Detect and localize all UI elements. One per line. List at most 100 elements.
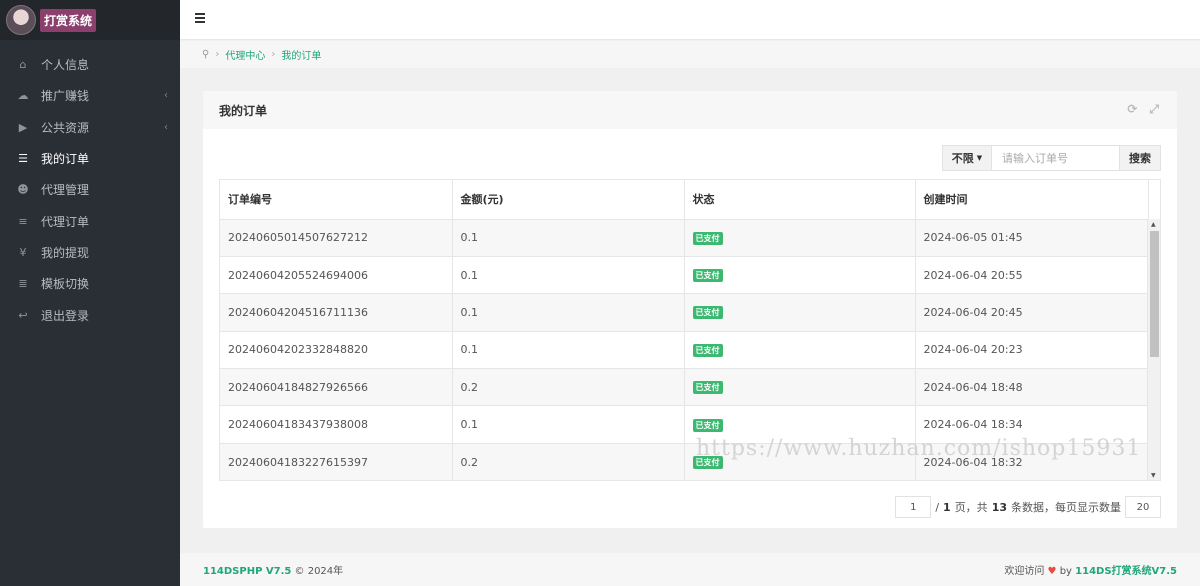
breadcrumb: ⚲ › 代理中心 › 我的订单 <box>180 41 1200 68</box>
column-header-created-time[interactable]: 创建时间 <box>915 180 1149 220</box>
footer-system-link[interactable]: 114DS打赏系统V7.5 <box>1075 566 1177 577</box>
table-row[interactable]: 20240604204516711136 0.1 已支付 2024-06-04 20:… <box>220 293 1149 332</box>
avatar <box>6 5 36 35</box>
caret-down-icon: ▼ <box>976 154 983 162</box>
sidebar-item[interactable]: ≣ 模板切换 <box>0 268 180 299</box>
total-pages: 1 <box>943 500 951 514</box>
scroll-down-icon[interactable]: ▼ <box>1151 472 1156 479</box>
sidebar-item[interactable]: ≡ 代理订单 <box>0 205 180 236</box>
sidebar-item-label: 我的订单 <box>41 152 90 167</box>
cell-amount: 0.1 <box>452 331 685 370</box>
footer-brand-link[interactable]: 114DSPHP V7.5 <box>203 566 291 577</box>
cell-status: 已支付 <box>684 219 916 257</box>
status-badge: 已支付 <box>692 381 723 395</box>
footer-left: 114DSPHP V7.5 © 2024年 <box>203 562 343 577</box>
breadcrumb-separator: › <box>271 49 276 60</box>
chevron-left-icon: ‹ <box>164 121 168 133</box>
sidebar-item[interactable]: ¥ 我的提现 <box>0 237 180 268</box>
status-badge: 已支付 <box>692 269 723 283</box>
status-filter-select[interactable]: 不限 ▼ <box>942 145 992 171</box>
panel-header: 我的订单 ⟳ ⤢ <box>203 91 1177 129</box>
breadcrumb-item-my-orders[interactable]: 我的订单 <box>281 47 321 62</box>
pager-text-records: 条数据，每页显示数量 <box>1011 501 1121 514</box>
page-size-input[interactable]: 20 <box>1125 496 1161 518</box>
sidebar-item[interactable]: ↩ 退出登录 <box>0 299 180 330</box>
table-header-row: 订单编号 金额(元) 状态 创建时间 <box>220 180 1149 220</box>
panel-title: 我的订单 <box>219 103 268 118</box>
column-header-order-id[interactable]: 订单编号 <box>220 180 453 220</box>
sidebar-item-label: 推广赚钱 <box>41 89 90 104</box>
table-row[interactable]: 20240604202332848820 0.1 已支付 2024-06-04 20:… <box>220 331 1149 370</box>
search-bar: 不限 ▼ 搜索 <box>942 145 1161 171</box>
total-records: 13 <box>991 500 1007 514</box>
sidebar-item[interactable]: ☁ 推广赚钱 ‹ <box>0 80 180 111</box>
sidebar: 打赏系统 ⌂ 个人信息 ☁ 推广赚钱 ‹ ▶ 公共资源 ‹ ☰ 我的订单 ☻ 代理管理 ≡ 代理订单 ¥ 我的… <box>0 0 180 586</box>
table-scrollbar[interactable]: ▲ ▼ <box>1147 219 1160 480</box>
cell-order-id: 20240604184827926566 <box>220 368 453 407</box>
cell-order-id: 20240604183437938008 <box>220 405 453 444</box>
sidebar-item[interactable]: ☰ 我的订单 <box>0 143 180 174</box>
cell-order-id: 20240604204516711136 <box>220 293 453 332</box>
cell-created-time: 2024-06-04 20:45 <box>915 293 1149 332</box>
sidebar-item-label: 模板切换 <box>41 277 90 292</box>
status-badge: 已支付 <box>692 418 723 432</box>
sidebar-item-label: 公共资源 <box>41 120 90 135</box>
cell-amount: 0.1 <box>452 293 685 332</box>
cell-order-id: 20240604202332848820 <box>220 331 453 370</box>
cell-status: 已支付 <box>684 256 916 295</box>
sidebar-item[interactable]: ☻ 代理管理 <box>0 174 180 205</box>
brand[interactable]: 打赏系统 <box>0 0 180 40</box>
status-filter-label: 不限 <box>951 152 974 165</box>
list-alt-icon: ≣ <box>18 277 28 291</box>
sidebar-menu: ⌂ 个人信息 ☁ 推广赚钱 ‹ ▶ 公共资源 ‹ ☰ 我的订单 ☻ 代理管理 ≡ 代理订单 ¥ 我的提现 ≣ 模板… <box>0 49 180 331</box>
brand-title: 打赏系统 <box>40 8 97 32</box>
table-row[interactable]: 20240604184827926566 0.2 已支付 2024-06-04 18:… <box>220 368 1149 407</box>
page-number-input[interactable]: 1 <box>895 496 932 518</box>
users-icon: ☻ <box>17 183 29 197</box>
home-icon: ⌂ <box>19 58 27 72</box>
footer-right: 欢迎访问 ♥ by 114DS打赏系统V7.5 <box>1004 562 1177 577</box>
order-search-input[interactable] <box>992 145 1119 171</box>
sidebar-item-label: 退出登录 <box>41 308 90 323</box>
scrollbar-thumb[interactable] <box>1150 231 1159 357</box>
menu-toggle-icon[interactable] <box>195 13 205 23</box>
cell-created-time: 2024-06-04 20:23 <box>915 331 1149 370</box>
cell-amount: 0.1 <box>452 219 685 257</box>
footer-copyright: © 2024年 <box>294 566 344 577</box>
cell-amount: 0.1 <box>452 405 685 444</box>
heart-icon: ♥ <box>1047 566 1057 577</box>
footer: 114DSPHP V7.5 © 2024年 欢迎访问 ♥ by 114DS打赏系… <box>180 553 1200 586</box>
column-header-amount[interactable]: 金额(元) <box>452 180 685 220</box>
sidebar-item-label: 代理管理 <box>41 183 90 198</box>
cell-status: 已支付 <box>684 368 916 407</box>
pager-separator: / <box>935 500 940 514</box>
orders-panel: 我的订单 ⟳ ⤢ 不限 ▼ 搜索 订单编号 金额(元) 状态 创建时间 <box>203 91 1177 528</box>
breadcrumb-item-agent-center[interactable]: 代理中心 <box>225 47 265 62</box>
cell-status: 已支付 <box>684 293 916 332</box>
table-row[interactable]: 20240604205524694006 0.1 已支付 2024-06-04 20:… <box>220 256 1149 295</box>
footer-welcome: 欢迎访问 <box>1004 566 1045 577</box>
cell-created-time: 2024-06-04 20:55 <box>915 256 1149 295</box>
cell-order-id: 20240605014507627212 <box>220 219 453 257</box>
reply-icon: ↩ <box>18 308 28 322</box>
video-icon: ▶ <box>18 120 28 134</box>
cell-amount: 0.2 <box>452 368 685 407</box>
table-row[interactable]: 20240605014507627212 0.1 已支付 2024-06-05 01:… <box>220 219 1149 257</box>
breadcrumb-separator: › <box>215 49 220 60</box>
sidebar-item-label: 个人信息 <box>41 58 90 73</box>
sidebar-item-label: 我的提现 <box>41 245 90 260</box>
bars-icon: ≡ <box>18 214 28 228</box>
footer-by: by <box>1059 566 1072 577</box>
topbar <box>180 0 1200 40</box>
map-marker-icon: ⚲ <box>202 49 210 60</box>
watermark: https://www.huzhan.com/ishop15931 <box>696 436 1142 461</box>
fullscreen-icon[interactable]: ⤢ <box>1149 102 1159 117</box>
refresh-icon[interactable]: ⟳ <box>1127 102 1137 117</box>
column-header-status[interactable]: 状态 <box>684 180 916 220</box>
sidebar-item[interactable]: ⌂ 个人信息 <box>0 49 180 80</box>
search-button[interactable]: 搜索 <box>1119 145 1161 171</box>
cloud-icon: ☁ <box>17 89 29 103</box>
chevron-left-icon: ‹ <box>164 90 168 102</box>
sidebar-item[interactable]: ▶ 公共资源 ‹ <box>0 112 180 143</box>
scroll-up-icon[interactable]: ▲ <box>1151 221 1156 228</box>
